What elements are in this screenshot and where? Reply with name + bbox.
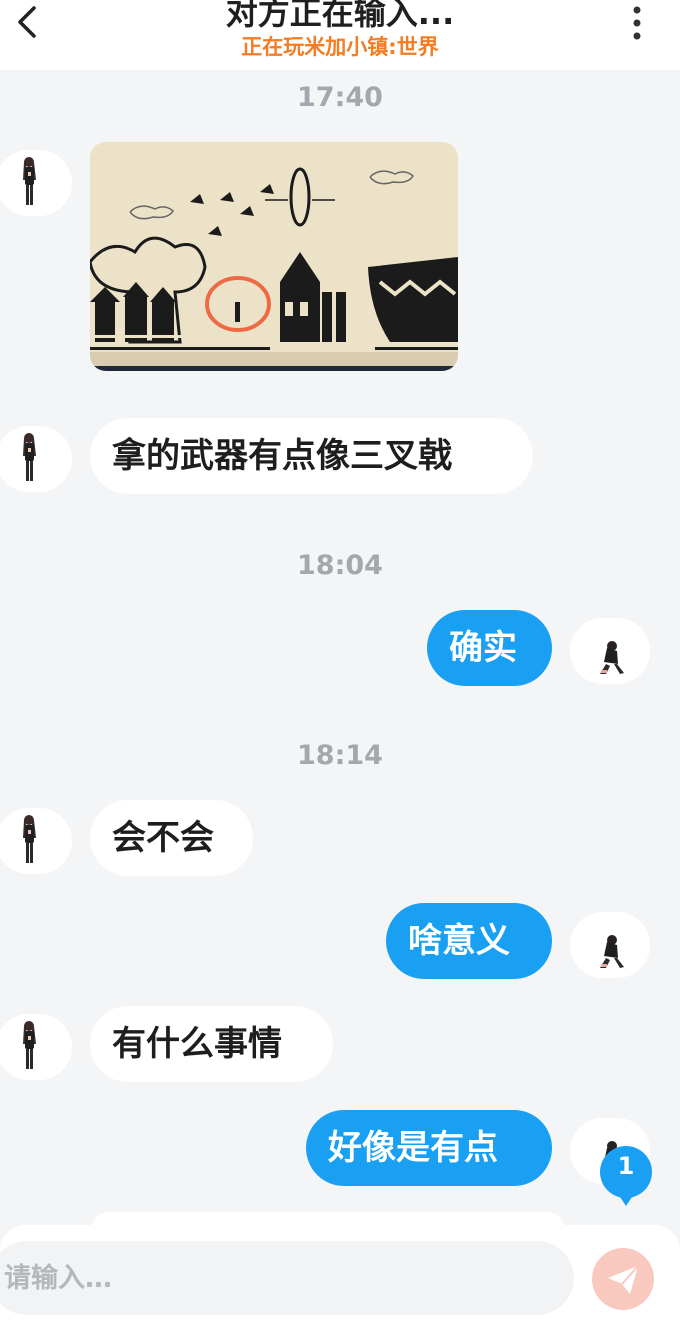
incoming-message: 会不会	[90, 800, 253, 876]
timestamp: 18:04	[297, 550, 383, 581]
incoming-message: 有什么事情	[90, 1006, 333, 1082]
contact-avatar[interactable]	[0, 150, 72, 216]
outgoing-message: 好像是有点	[306, 1110, 552, 1186]
unread-count[interactable]: 1	[598, 1152, 654, 1180]
timestamp: 18:14	[297, 740, 383, 771]
incoming-message: 拿的武器有点像三叉戟	[90, 418, 533, 494]
image-message[interactable]	[90, 142, 458, 371]
outgoing-message: 确实	[427, 610, 552, 686]
paper-plane-icon	[608, 1265, 639, 1294]
timestamp: 17:40	[297, 82, 383, 113]
outgoing-message: 啥意义	[386, 903, 552, 979]
chat-header: 对方正在输入... 正在玩米加小镇:世界	[0, 0, 680, 70]
my-avatar[interactable]	[570, 618, 650, 684]
my-avatar[interactable]	[570, 912, 650, 978]
chat-title: 对方正在输入...	[225, 0, 455, 32]
game-screenshot-image	[90, 142, 458, 371]
message-input[interactable]	[0, 1241, 574, 1315]
contact-avatar[interactable]	[0, 1014, 72, 1080]
playing-status: 正在玩米加小镇:世界	[241, 35, 439, 59]
contact-avatar[interactable]	[0, 808, 72, 874]
send-button[interactable]	[592, 1248, 654, 1310]
more-vertical-icon[interactable]	[620, 2, 654, 44]
contact-avatar[interactable]	[0, 426, 72, 492]
